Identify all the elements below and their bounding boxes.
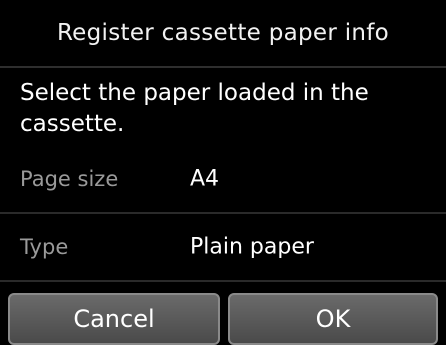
- title-bar: Register cassette paper info: [0, 0, 446, 68]
- ok-button[interactable]: OK: [228, 293, 438, 345]
- setting-label-type: Type: [20, 235, 69, 259]
- setting-value-page-size: A4: [190, 166, 220, 192]
- setting-label-page-size: Page size: [20, 167, 119, 191]
- setting-row-type[interactable]: Type Plain paper: [0, 214, 446, 282]
- instruction-text: Select the paper loaded in the cassette.: [20, 80, 369, 137]
- cancel-button[interactable]: Cancel: [8, 293, 220, 345]
- page-title: Register cassette paper info: [56, 20, 390, 46]
- setting-row-page-size[interactable]: Page size A4: [0, 146, 446, 214]
- setting-value-type: Plain paper: [190, 234, 314, 260]
